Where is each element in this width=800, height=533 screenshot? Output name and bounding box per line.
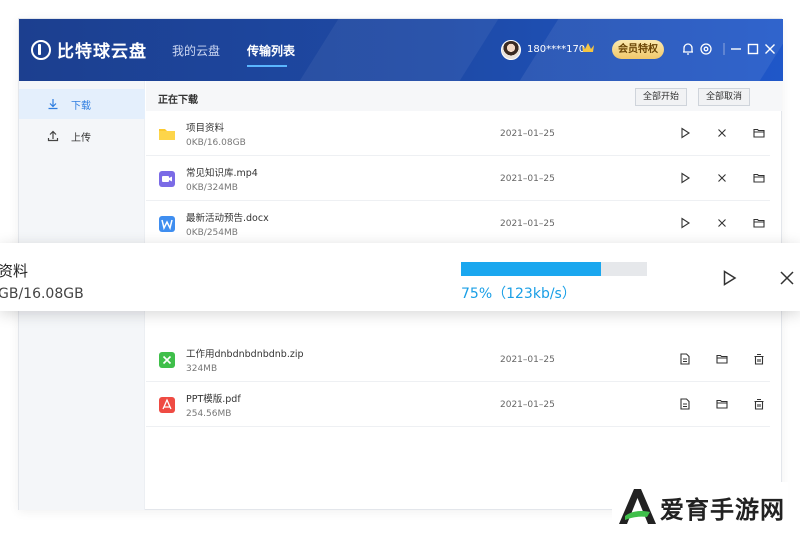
- tab-transfer-list[interactable]: 传输列表: [247, 42, 295, 59]
- file-size: 254.56MB: [186, 409, 232, 419]
- download-icon: [48, 99, 58, 110]
- logo-icon: [31, 39, 51, 60]
- file-size: 0KB/16.08GB: [186, 138, 246, 148]
- upload-icon: [47, 130, 59, 142]
- file-size: 0KB/324MB: [186, 183, 238, 193]
- progress-bar-fill: [461, 262, 601, 276]
- file-name: 工作用dnbdnbdnbdnb.zip: [186, 349, 304, 360]
- play-icon[interactable]: [679, 217, 691, 229]
- file-date: 2021–01–25: [500, 174, 555, 184]
- tab-my-cloud-drive[interactable]: 我的云盘: [172, 42, 220, 59]
- watermark: 爱育手游网: [612, 482, 788, 530]
- open-folder-icon[interactable]: [753, 172, 765, 184]
- file-size: GB/16.08GB: [0, 286, 84, 302]
- sidebar-item-upload[interactable]: 上传: [19, 121, 145, 151]
- play-icon[interactable]: [679, 172, 691, 184]
- open-folder-icon[interactable]: [716, 353, 728, 365]
- file-name: 常见知识库.mp4: [186, 168, 258, 179]
- sidebar-item-label: 上传: [71, 132, 91, 144]
- zip-file-icon: [159, 352, 175, 368]
- table-row[interactable]: 常见知识库.mp4 0KB/324MB 2021–01–25: [146, 157, 770, 201]
- file-size: 324MB: [186, 364, 218, 374]
- folder-icon: [159, 129, 175, 140]
- title-bar: 比特球云盘 我的云盘 传输列表 180****170 会员特权: [19, 19, 783, 81]
- maximize-icon[interactable]: [746, 42, 760, 56]
- play-icon[interactable]: [720, 269, 738, 287]
- file-date: 2021–01–25: [500, 400, 555, 410]
- stage: 比特球云盘 我的云盘 传输列表 180****170 会员特权 下载 上传 正在…: [0, 0, 800, 533]
- table-row[interactable]: 最新活动预告.docx 0KB/254MB 2021–01–25: [146, 202, 770, 246]
- video-file-icon: [159, 171, 175, 187]
- file-name: 最新活动预告.docx: [186, 213, 269, 224]
- file-date: 2021–01–25: [500, 219, 555, 229]
- start-all-button[interactable]: 全部开始: [635, 88, 688, 106]
- file-name: 项目资料: [186, 123, 225, 134]
- close-icon[interactable]: [763, 42, 777, 56]
- download-progress-card[interactable]: 资料 GB/16.08GB 75%（123kb/s）: [0, 243, 800, 311]
- file-date: 2021–01–25: [500, 129, 555, 139]
- logo-text: 比特球云盘: [57, 42, 147, 62]
- open-folder-icon[interactable]: [753, 217, 765, 229]
- open-folder-icon[interactable]: [716, 398, 728, 410]
- table-row[interactable]: 工作用dnbdnbdnbdnb.zip 324MB 2021–01–25: [146, 338, 770, 382]
- sidebar-item-download[interactable]: 下载: [19, 89, 145, 119]
- titlebar-decoration: [299, 19, 499, 81]
- delete-icon[interactable]: [753, 353, 765, 365]
- file-date: 2021–01–25: [500, 355, 555, 365]
- table-row[interactable]: PPT模版.pdf 254.56MB 2021–01–25: [146, 383, 770, 427]
- app-logo: 比特球云盘: [31, 37, 147, 62]
- active-tab-indicator: [247, 65, 287, 67]
- pdf-file-icon: [159, 397, 175, 413]
- progress-bar: [461, 262, 647, 276]
- minimize-icon[interactable]: [729, 42, 743, 56]
- file-name: PPT模版.pdf: [186, 394, 241, 405]
- table-row[interactable]: 项目资料 0KB/16.08GB 2021–01–25: [146, 112, 770, 156]
- settings-icon[interactable]: [699, 42, 713, 56]
- progress-status: 75%（123kb/s）: [461, 286, 576, 302]
- cancel-icon[interactable]: [778, 269, 796, 287]
- file-name: 资料: [0, 262, 29, 280]
- section-title: 正在下载: [158, 95, 198, 106]
- file-size: 0KB/254MB: [186, 228, 238, 238]
- open-folder-icon[interactable]: [753, 127, 765, 139]
- watermark-logo-icon: [619, 489, 656, 524]
- sidebar-item-label: 下载: [71, 100, 91, 112]
- vip-privileges-button[interactable]: 会员特权: [612, 40, 664, 59]
- avatar[interactable]: [501, 40, 521, 60]
- list-header: 正在下载 全部开始 全部取消: [146, 81, 782, 111]
- delete-icon[interactable]: [753, 398, 765, 410]
- document-icon[interactable]: [679, 398, 691, 410]
- watermark-text: 爱育手游网: [660, 496, 785, 524]
- user-id[interactable]: 180****170: [527, 44, 585, 55]
- crown-icon: [582, 43, 594, 52]
- bell-icon[interactable]: [681, 42, 695, 56]
- cancel-icon[interactable]: [716, 172, 728, 184]
- cancel-all-button[interactable]: 全部取消: [698, 88, 751, 106]
- cancel-icon[interactable]: [716, 217, 728, 229]
- play-icon[interactable]: [679, 127, 691, 139]
- document-icon[interactable]: [679, 353, 691, 365]
- cancel-icon[interactable]: [716, 127, 728, 139]
- word-file-icon: [159, 216, 175, 232]
